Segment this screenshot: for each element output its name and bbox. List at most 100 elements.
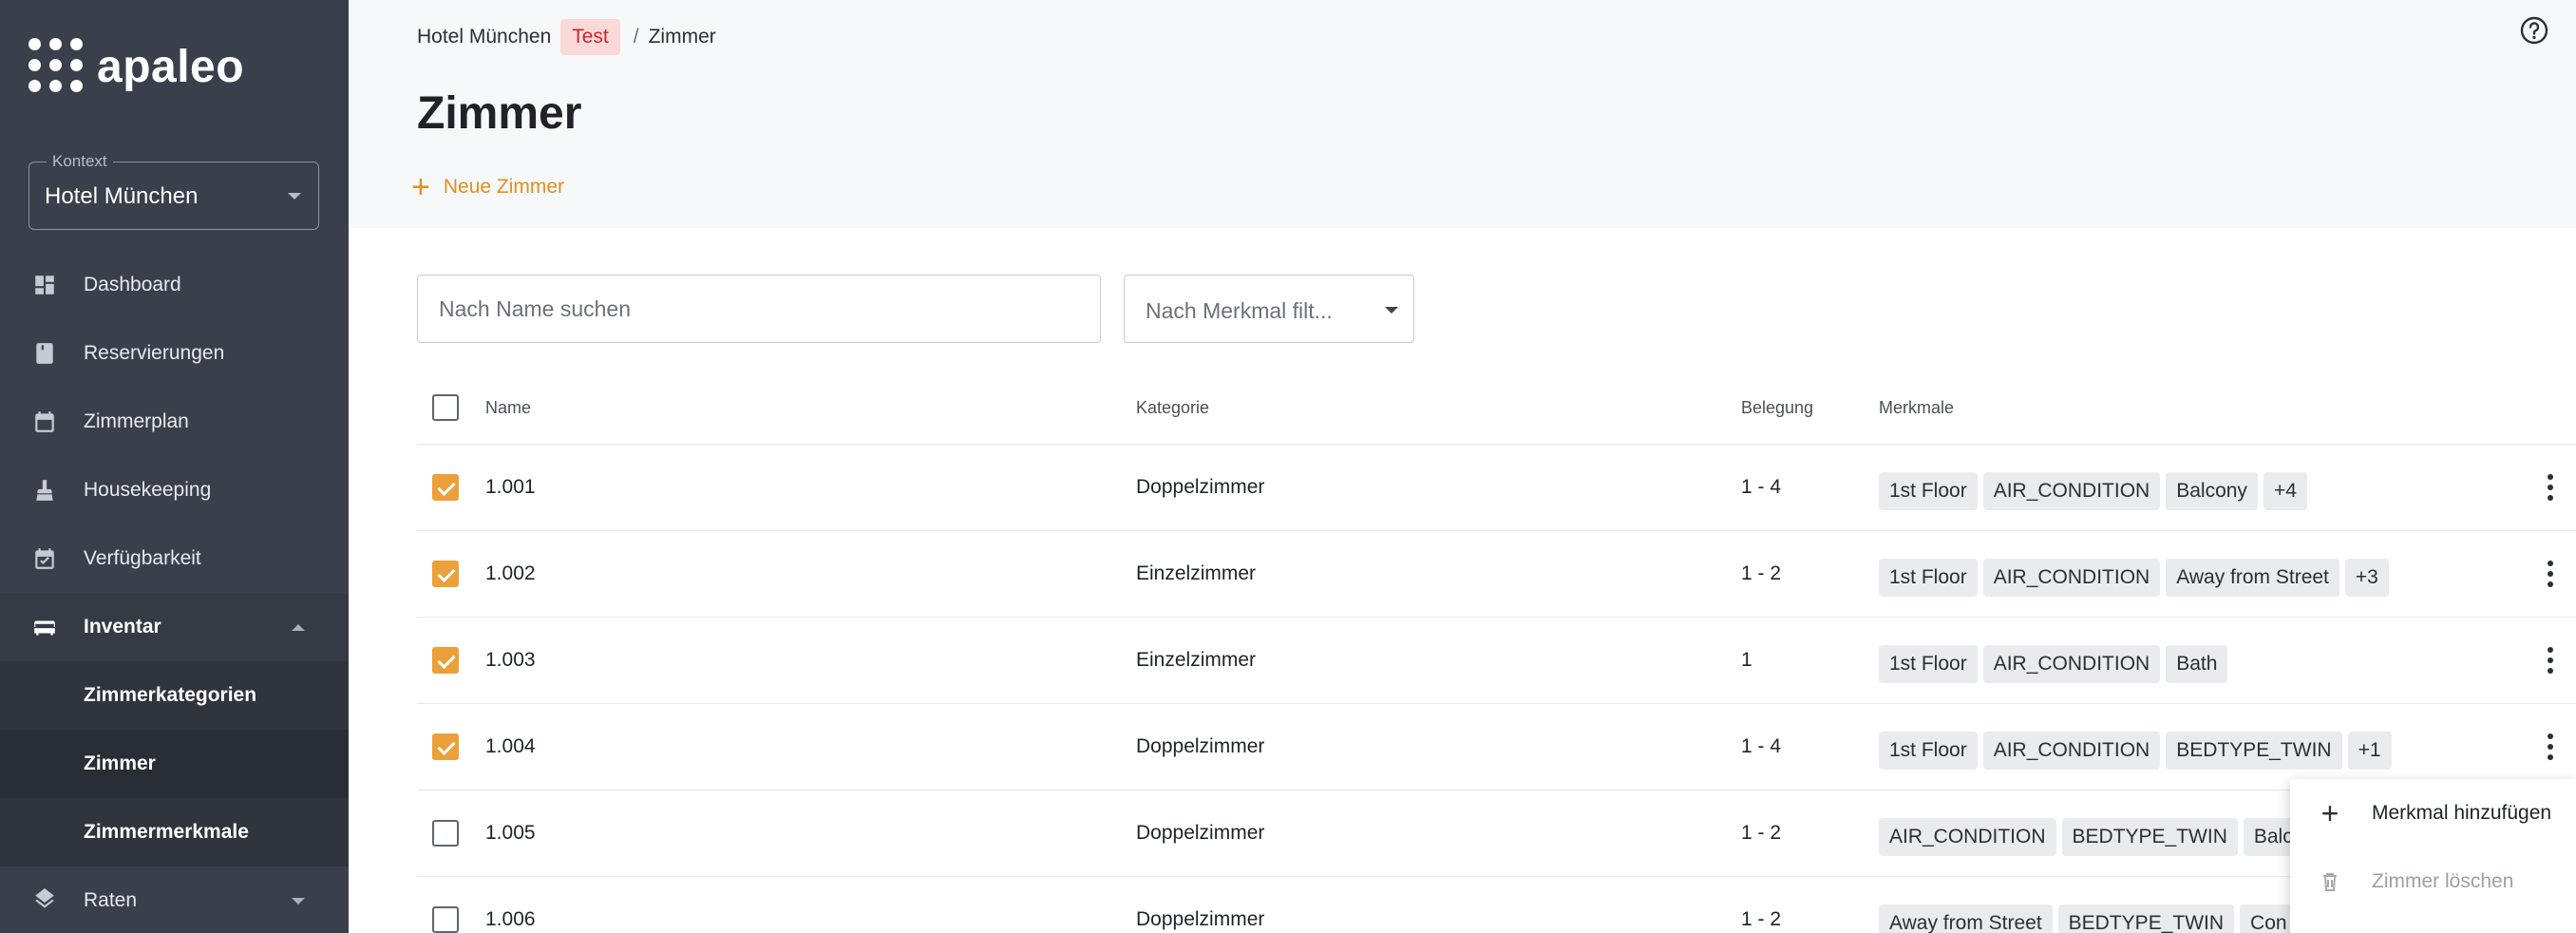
row-checkbox[interactable] — [432, 647, 459, 674]
table-row[interactable]: 1.004 Doppelzimmer 1 - 4 1st Floor AIR_C… — [417, 704, 2576, 790]
table-row[interactable]: 1.006 Doppelzimmer 1 - 2 Away from Stree… — [417, 877, 2576, 933]
table-row[interactable]: 1.003 Einzelzimmer 1 1st Floor AIR_CONDI… — [417, 618, 2576, 704]
room-occupancy: 1 - 2 — [1741, 908, 1782, 930]
table-row[interactable]: 1.005 Doppelzimmer 1 - 2 AIR_CONDITION B… — [417, 790, 2576, 877]
room-category: Doppelzimmer — [1136, 908, 1265, 930]
room-name: 1.006 — [485, 908, 536, 930]
layers-icon — [30, 886, 59, 915]
room-name: 1.002 — [485, 562, 536, 584]
feature-chip: AIR_CONDITION — [1982, 559, 2161, 597]
nav-item-zimmerkategorien[interactable]: Zimmerkategorien — [0, 661, 349, 730]
apaleo-logo[interactable]: apaleo — [28, 38, 244, 95]
room-category: Einzelzimmer — [1136, 562, 1257, 584]
more-vert-icon — [2548, 733, 2553, 760]
room-name: 1.003 — [485, 649, 536, 671]
nav-item-inventar[interactable]: Inventar — [0, 593, 349, 661]
room-occupancy: 1 - 4 — [1741, 735, 1782, 757]
feature-chip: Away from Street — [2166, 559, 2339, 597]
breadcrumb: Hotel München Test / Zimmer — [417, 19, 716, 55]
nav-item-zimmer[interactable]: Zimmer — [0, 730, 349, 798]
column-header-name[interactable]: Name — [485, 371, 531, 445]
feature-filter-select[interactable]: Nach Merkmal filt... — [1124, 275, 1414, 343]
nav-label: Verfügbarkeit — [84, 547, 201, 569]
room-category: Doppelzimmer — [1136, 735, 1265, 757]
nav-item-zimmerplan[interactable]: Zimmerplan — [0, 388, 349, 456]
row-checkbox[interactable] — [432, 561, 459, 587]
nav-item-raten[interactable]: Raten — [0, 866, 349, 933]
help-icon[interactable] — [2519, 15, 2549, 46]
table-header: Name Kategorie Belegung Merkmale — [417, 371, 2576, 445]
room-features: 1st Floor AIR_CONDITION Balcony +4 — [1879, 445, 2307, 530]
row-actions-button[interactable] — [2531, 445, 2569, 530]
menu-item-add-feature[interactable]: + Merkmal hinzufügen — [2290, 779, 2576, 847]
table-row[interactable]: 1.002 Einzelzimmer 1 - 2 1st Floor AIR_C… — [417, 531, 2576, 618]
nav-label: Dashboard — [84, 274, 181, 295]
nav-label: Zimmerplan — [84, 410, 189, 432]
feature-more-chip[interactable]: +1 — [2347, 732, 2392, 770]
feature-chip: 1st Floor — [1879, 472, 1978, 510]
row-actions-button[interactable] — [2531, 531, 2569, 617]
row-actions-button[interactable] — [2531, 704, 2569, 790]
feature-chip: Away from Street — [1879, 904, 2053, 933]
nav-label: Zimmerkategorien — [84, 684, 257, 706]
page-header: Hotel München Test / Zimmer Zimmer + Neu… — [349, 0, 2576, 228]
feature-chip: Bath — [2166, 645, 2228, 683]
select-all-checkbox[interactable] — [432, 394, 459, 421]
feature-more-chip[interactable]: +3 — [2344, 559, 2389, 597]
breadcrumb-hotel[interactable]: Hotel München — [417, 26, 551, 48]
nav-item-verfuegbarkeit[interactable]: Verfügbarkeit — [0, 524, 349, 593]
room-category: Einzelzimmer — [1136, 649, 1257, 671]
feature-chip: 1st Floor — [1879, 732, 1978, 770]
row-checkbox[interactable] — [432, 906, 459, 933]
rooms-table: Name Kategorie Belegung Merkmale 1.001 D… — [417, 371, 2576, 933]
room-features: Away from Street BEDTYPE_TWIN Con — [1879, 877, 2298, 933]
context-value: Hotel München — [45, 183, 199, 209]
feature-chip: AIR_CONDITION — [1879, 818, 2056, 856]
room-name: 1.005 — [485, 822, 536, 844]
nav-label: Zimmer — [84, 752, 156, 774]
filter-placeholder: Nach Merkmal filt... — [1146, 298, 1333, 323]
nav-label: Raten — [84, 889, 138, 911]
row-checkbox[interactable] — [432, 733, 459, 760]
nav-item-reservierungen[interactable]: Reservierungen — [0, 319, 349, 388]
room-name: 1.001 — [485, 476, 536, 498]
row-context-menu: + Merkmal hinzufügen Zimmer löschen — [2290, 779, 2576, 933]
add-room-button[interactable]: + Neue Zimmer — [411, 171, 564, 203]
nav-item-zimmermerkmale[interactable]: Zimmermerkmale — [0, 798, 349, 866]
feature-more-chip[interactable]: +4 — [2263, 472, 2307, 510]
feature-chip: Con — [2240, 904, 2298, 933]
column-header-occupancy[interactable]: Belegung — [1741, 371, 1813, 445]
chevron-down-icon — [288, 193, 301, 200]
row-checkbox[interactable] — [432, 474, 459, 501]
context-select[interactable]: Kontext Hotel München — [28, 152, 319, 230]
logo-text: apaleo — [97, 41, 245, 92]
sidebar: apaleo Kontext Hotel München Dashboard R… — [0, 0, 349, 933]
room-features: 1st Floor AIR_CONDITION Away from Street… — [1879, 531, 2389, 617]
room-features: AIR_CONDITION BEDTYPE_TWIN Balcony — [1879, 790, 2336, 876]
calendar-check-icon — [30, 544, 59, 573]
breadcrumb-separator: / — [633, 26, 639, 48]
column-header-category[interactable]: Kategorie — [1136, 371, 1209, 445]
row-actions-button[interactable] — [2531, 618, 2569, 703]
search-input[interactable] — [417, 275, 1101, 343]
feature-chip: 1st Floor — [1879, 645, 1978, 683]
table-row[interactable]: 1.001 Doppelzimmer 1 - 4 1st Floor AIR_C… — [417, 445, 2576, 531]
room-category: Doppelzimmer — [1136, 476, 1265, 498]
nav-item-dashboard[interactable]: Dashboard — [0, 251, 349, 319]
menu-item-delete-room[interactable]: Zimmer löschen — [2290, 847, 2576, 916]
nav-label: Inventar — [84, 616, 161, 638]
room-name: 1.004 — [485, 735, 536, 757]
trash-icon — [2317, 868, 2343, 895]
row-checkbox[interactable] — [432, 820, 459, 847]
bed-icon — [30, 613, 59, 641]
inventar-submenu: Zimmerkategorien Zimmer Zimmermerkmale — [0, 661, 349, 866]
feature-chip: AIR_CONDITION — [1982, 645, 2161, 683]
nav-item-housekeeping[interactable]: Housekeeping — [0, 456, 349, 524]
room-category: Doppelzimmer — [1136, 822, 1265, 844]
column-header-features[interactable]: Merkmale — [1879, 371, 1954, 445]
main-nav: Dashboard Reservierungen Zimmerplan Hous… — [0, 251, 349, 933]
book-icon — [30, 339, 59, 368]
room-occupancy: 1 — [1741, 649, 1752, 671]
more-vert-icon — [2548, 561, 2553, 587]
feature-chip: BEDTYPE_TWIN — [2166, 732, 2342, 770]
